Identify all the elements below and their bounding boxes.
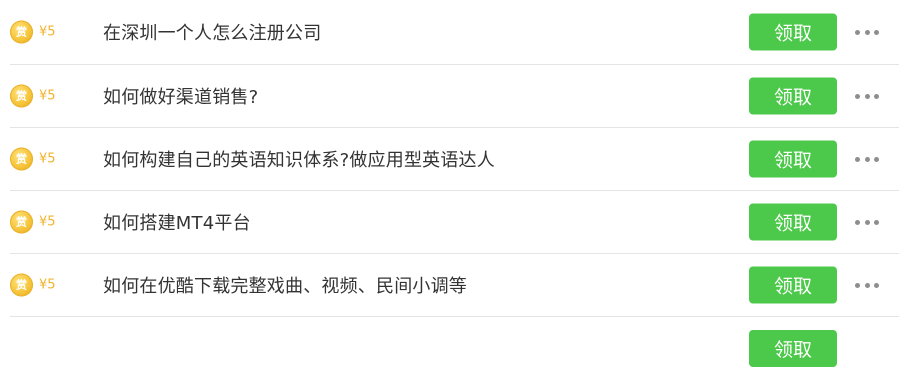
list-item: 赏 ¥5 在深圳一个人怎么注册公司 领取: [10, 0, 899, 65]
more-options-icon[interactable]: [855, 214, 879, 230]
reward-amount: ¥5: [39, 88, 56, 104]
reward-amount: ¥5: [39, 24, 56, 40]
question-list: 赏 ¥5 在深圳一个人怎么注册公司 领取 赏 ¥5 如何做好渠道销售? 领取 赏…: [0, 0, 916, 367]
claim-button[interactable]: 领取: [749, 13, 837, 51]
reward-amount: ¥5: [39, 151, 56, 167]
question-title[interactable]: 在深圳一个人怎么注册公司: [103, 19, 321, 45]
more-options-icon[interactable]: [855, 277, 879, 293]
dot: [864, 156, 870, 162]
dot: [864, 29, 870, 35]
question-title[interactable]: 如何构建自己的英语知识体系?做应用型英语达人: [103, 146, 495, 172]
reward-coin-icon: 赏: [10, 147, 33, 171]
dot: [855, 156, 860, 162]
more-options-icon[interactable]: [855, 24, 879, 40]
reward: 赏 ¥5: [10, 273, 56, 297]
dot: [874, 93, 879, 99]
dot: [874, 156, 879, 162]
more-options-icon[interactable]: [855, 151, 879, 167]
claim-button[interactable]: 领取: [749, 140, 837, 178]
more-options-icon[interactable]: [855, 88, 879, 104]
reward-coin-icon: 赏: [10, 210, 33, 234]
claim-button[interactable]: 领取: [749, 330, 837, 367]
reward: 赏 ¥5: [10, 147, 56, 171]
reward-coin-icon: 赏: [10, 273, 33, 297]
reward: 赏 ¥5: [10, 84, 56, 108]
dot: [855, 29, 860, 35]
dot: [864, 219, 870, 225]
list-item: 赏 ¥5 如何在优酷下载完整戏曲、视频、民间小调等 领取: [10, 254, 899, 317]
dot: [855, 282, 860, 288]
claim-button[interactable]: 领取: [749, 266, 837, 304]
dot: [855, 93, 860, 99]
reward-amount: ¥5: [39, 214, 56, 230]
claim-button[interactable]: 领取: [749, 77, 837, 115]
question-title[interactable]: 如何搭建MT4平台: [103, 209, 251, 235]
list-item: 赏 ¥5 如何做好渠道销售? 领取: [10, 65, 899, 128]
reward: 赏 ¥5: [10, 210, 56, 234]
list-item: 赏 ¥5 如何搭建MT4平台 领取: [10, 191, 899, 254]
dot: [874, 219, 879, 225]
reward-coin-icon: 赏: [10, 20, 33, 44]
question-title[interactable]: 如何做好渠道销售?: [103, 83, 258, 109]
dot: [864, 93, 870, 99]
reward: 赏 ¥5: [10, 20, 56, 44]
list-item-partial: 领取: [10, 317, 899, 367]
dot: [874, 282, 879, 288]
reward-coin-icon: 赏: [10, 84, 33, 108]
reward-amount: ¥5: [39, 277, 56, 293]
dot: [864, 282, 870, 288]
dot: [855, 219, 860, 225]
dot: [874, 29, 879, 35]
claim-button[interactable]: 领取: [749, 203, 837, 241]
list-item: 赏 ¥5 如何构建自己的英语知识体系?做应用型英语达人 领取: [10, 128, 899, 191]
question-title[interactable]: 如何在优酷下载完整戏曲、视频、民间小调等: [103, 272, 467, 298]
